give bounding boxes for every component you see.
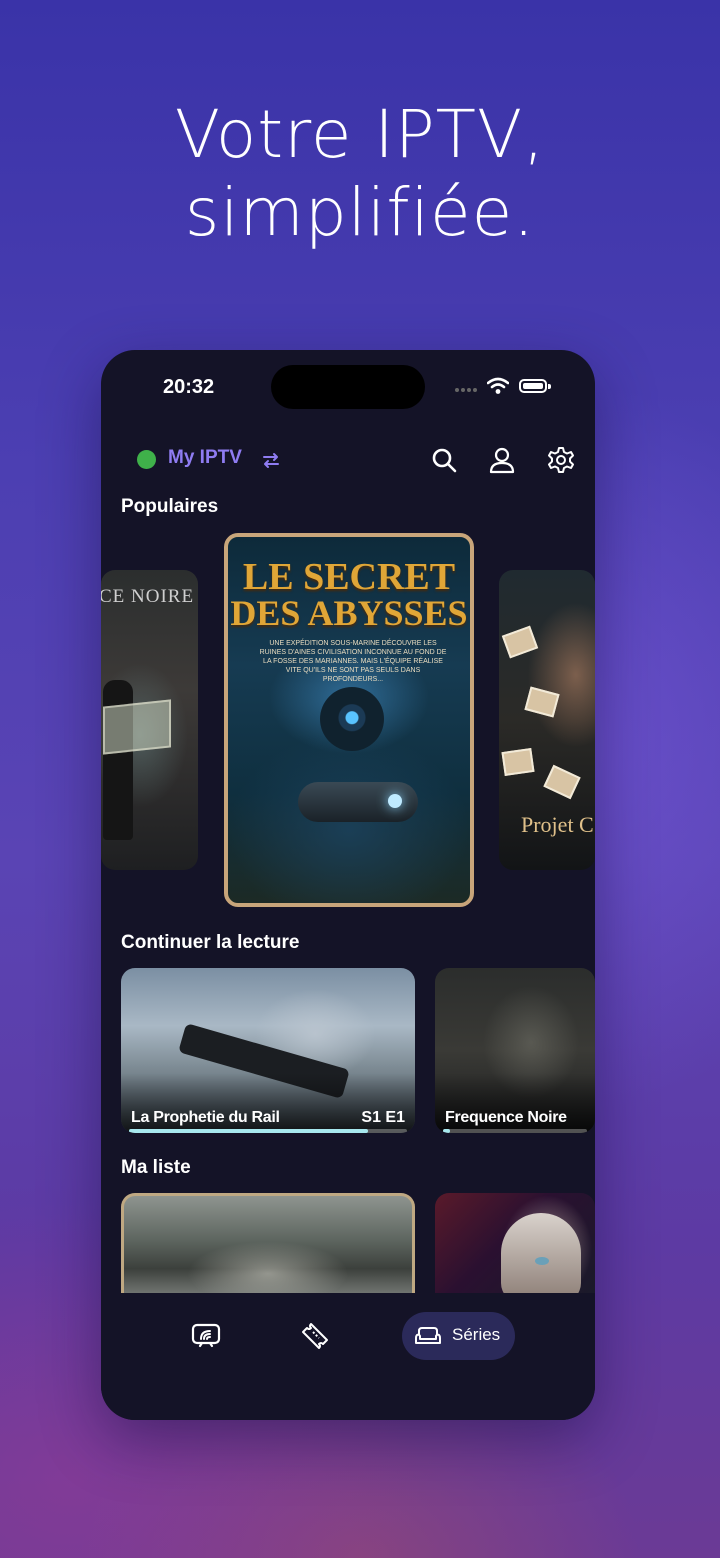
my-list-card[interactable] [435,1193,595,1293]
section-title-my-list: Ma liste [121,1157,191,1178]
battery-tip [548,384,551,389]
poster-title-line-1: LE SECRET [242,556,456,598]
continue-card[interactable]: La Prophetie du Rail S1 E1 [121,968,415,1133]
sofa-icon [415,1327,441,1344]
tab-series[interactable]: Séries [402,1312,515,1360]
poster-photo [524,686,560,718]
movie-ticket-icon[interactable] [301,1320,331,1350]
status-time: 20:32 [163,376,215,398]
poster-photo [543,764,581,800]
poster-device [103,699,171,755]
headline-line-1: Votre IPTV, [174,96,546,173]
poster-creature [320,687,384,751]
card-face [501,1213,581,1293]
poster-title-line-2: DES ABYSSES [230,593,468,633]
card-eye [535,1257,549,1265]
wifi-icon [487,377,509,394]
continue-card[interactable]: Frequence Noire [435,968,595,1133]
popular-poster-left[interactable]: CE NOIRE [101,570,198,870]
search-icon[interactable] [430,446,458,474]
live-tv-icon[interactable] [191,1320,221,1350]
connection-status-dot [137,450,156,469]
continue-card-title: Frequence Noire [445,1109,567,1126]
app-header: My IPTV [137,446,577,476]
profile-icon[interactable] [488,446,516,474]
section-title-popular: Populaires [121,496,219,517]
section-title-continue: Continuer la lecture [121,932,300,953]
my-list-card[interactable] [121,1193,415,1293]
continue-card-episode: S1 E1 [361,1109,405,1126]
tab-bar: Séries [101,1300,595,1420]
phone-frame: 20:32 My IPTV Populaires CE NOIRE LE SEC… [101,350,595,1420]
progress-fill [443,1129,451,1133]
poster-tagline: UNE EXPÉDITION SOUS-MARINE DÉCOUVRE LES … [259,640,447,683]
poster-photo [501,748,535,776]
dynamic-island [271,365,425,409]
headline-line-2: simplifiée. [184,174,536,251]
poster-photo [501,625,539,659]
headline: Votre IPTV, simplifiée. [0,96,720,252]
tab-series-label: Séries [452,1325,501,1344]
progress-fill [129,1129,369,1133]
swap-playlist-icon[interactable] [261,450,281,470]
settings-gear-icon[interactable] [547,446,575,474]
poster-title: Projet C [521,812,594,837]
continue-card-title: La Prophetie du Rail [131,1109,280,1126]
poster-title: CE NOIRE [101,586,195,607]
battery-icon [519,379,547,393]
playlist-name[interactable]: My IPTV [168,447,242,469]
progress-bar [443,1129,587,1133]
progress-bar [129,1129,407,1133]
popular-poster-right[interactable]: Projet C [499,570,595,870]
popular-poster-featured[interactable]: LE SECRET DES ABYSSES UNE EXPÉDITION SOU… [224,533,474,907]
signal-icon [455,388,479,392]
poster-submarine [298,782,418,822]
